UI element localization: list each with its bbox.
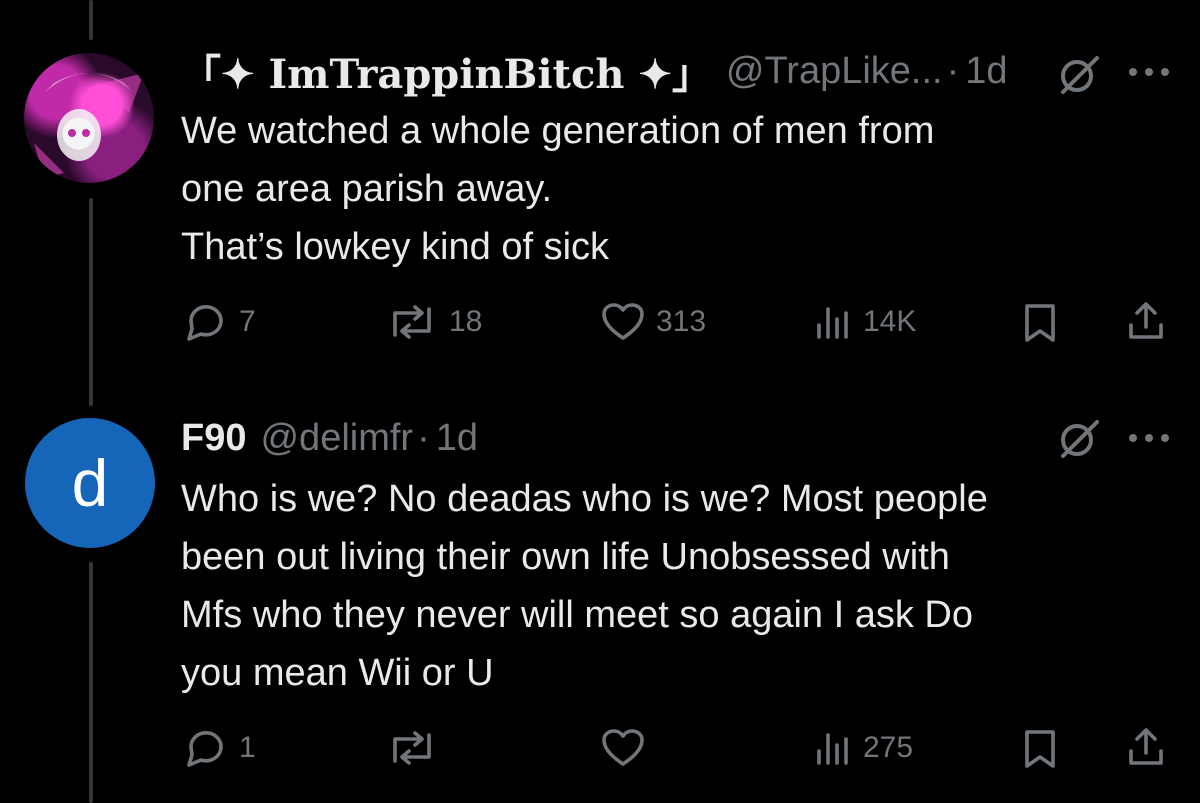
tweet-text-line: We watched a whole generation of men fro… bbox=[181, 110, 935, 152]
repost-icon bbox=[393, 731, 431, 765]
display-name[interactable]: 「✦ ImTrappinBitch ✦」 bbox=[181, 42, 712, 100]
tweet-2-header: F90 @delimfr · 1d bbox=[181, 413, 478, 463]
thread-line-top bbox=[89, 0, 93, 40]
repost-icon bbox=[393, 305, 431, 339]
tweet-1-header: 「✦ ImTrappinBitch ✦」 @TrapLike... · 1d bbox=[181, 46, 1008, 99]
handle[interactable]: @TrapLike... bbox=[726, 50, 943, 93]
tweet-text-line: Mfs who they never will meet so again I … bbox=[181, 594, 974, 636]
tweet-text: Who is we? No deadas who is we? Most peo… bbox=[181, 470, 988, 702]
repost-button[interactable] bbox=[385, 727, 439, 769]
views-count: 14K bbox=[863, 305, 917, 338]
thread-line-middle bbox=[89, 198, 93, 406]
tweet-text-line: That’s lowkey kind of sick bbox=[181, 226, 610, 268]
tweet-text-line: Who is we? No deadas who is we? Most peo… bbox=[181, 478, 988, 520]
share-icon[interactable] bbox=[1124, 299, 1168, 343]
display-name[interactable]: F90 bbox=[181, 417, 246, 460]
reply-icon bbox=[187, 731, 223, 767]
thread-line-bottom bbox=[89, 562, 93, 803]
bookmark-icon[interactable] bbox=[1020, 727, 1060, 771]
like-button[interactable] bbox=[600, 727, 646, 769]
separator-dot: · bbox=[946, 49, 960, 92]
reply-button[interactable]: 7 bbox=[183, 301, 256, 343]
like-count: 313 bbox=[656, 305, 707, 338]
views-count: 275 bbox=[863, 731, 914, 764]
reply-button[interactable]: 1 bbox=[183, 727, 256, 769]
more-icon[interactable] bbox=[1127, 430, 1171, 446]
views-icon bbox=[817, 733, 848, 765]
tweet-text-line: you mean Wii or U bbox=[181, 652, 494, 694]
timestamp[interactable]: 1d bbox=[436, 417, 478, 460]
reply-icon bbox=[187, 305, 223, 341]
bookmark-icon[interactable] bbox=[1020, 301, 1060, 345]
repost-count: 18 bbox=[449, 305, 483, 338]
more-icon[interactable] bbox=[1127, 64, 1171, 80]
reply-count: 7 bbox=[239, 305, 256, 338]
grok-icon[interactable] bbox=[1057, 52, 1101, 96]
views-button[interactable]: 14K bbox=[813, 301, 916, 343]
views-icon bbox=[817, 307, 848, 339]
tweet-text-line: been out living their own life Unobsesse… bbox=[181, 536, 950, 578]
timestamp[interactable]: 1d bbox=[965, 50, 1007, 93]
tweet-text-line: one area parish away. bbox=[181, 168, 553, 210]
grok-icon[interactable] bbox=[1057, 416, 1101, 460]
handle[interactable]: @delimfr bbox=[260, 417, 413, 460]
heart-icon bbox=[602, 729, 644, 766]
anime-avatar-icon bbox=[34, 73, 144, 178]
avatar[interactable]: d bbox=[25, 418, 155, 548]
repost-button[interactable]: 18 bbox=[385, 301, 482, 343]
avatar[interactable] bbox=[24, 53, 154, 183]
heart-icon bbox=[602, 303, 644, 340]
share-icon[interactable] bbox=[1124, 725, 1168, 769]
avatar-letter: d bbox=[71, 446, 109, 520]
separator-dot: · bbox=[417, 416, 430, 459]
views-button[interactable]: 275 bbox=[813, 727, 913, 769]
tweet-text: We watched a whole generation of men fro… bbox=[181, 102, 934, 276]
reply-count: 1 bbox=[239, 731, 256, 764]
like-button[interactable]: 313 bbox=[600, 301, 706, 343]
